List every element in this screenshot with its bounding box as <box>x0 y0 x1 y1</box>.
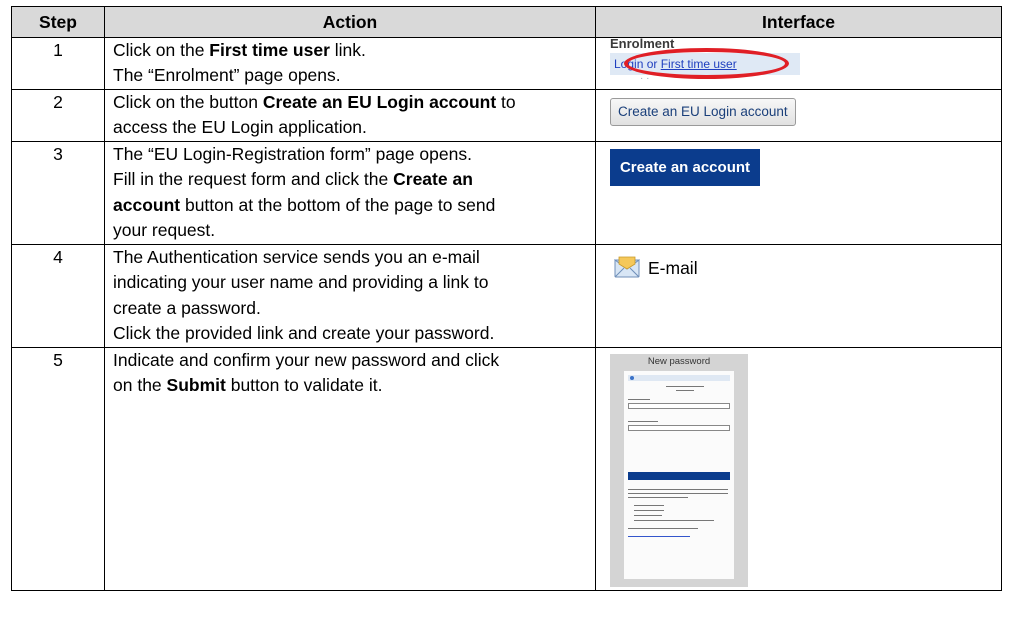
create-account-button[interactable]: Create an account <box>610 148 760 186</box>
action-emphasis: First time user <box>209 39 330 60</box>
table-row: 4 The Authentication service sends you a… <box>11 243 1002 348</box>
action-text: Click on the button <box>113 91 263 112</box>
action-line: account button at the bottom of the page… <box>113 193 587 219</box>
action-text: Indicate and confirm your new password a… <box>113 349 500 370</box>
info-icon <box>630 375 634 380</box>
action-text: create a password. <box>113 297 261 318</box>
action-line: access the EU Login application. <box>113 115 587 141</box>
action-text: access the EU Login application. <box>113 117 367 137</box>
action-line: The “Enrolment” page opens. <box>113 63 587 89</box>
step-number: 2 <box>11 88 105 142</box>
action-text: on the <box>113 375 167 395</box>
action-line: Fill in the request form and click the C… <box>113 167 587 193</box>
action-text: link. <box>329 39 366 60</box>
action-line: create a password. <box>113 296 587 322</box>
enrolment-thumbnail: Enrolment Login or First time user · · <box>610 36 800 84</box>
table-row: 5 Indicate and confirm your new password… <box>11 346 1002 591</box>
step-number: 3 <box>11 140 105 245</box>
instructions-table: Step Action Interface 1 Click on the Fir… <box>11 6 1002 591</box>
new-password-thumbnail: New password <box>610 353 748 587</box>
action-text: to <box>496 91 516 112</box>
action-text: Click on the <box>113 39 210 60</box>
new-password-field[interactable] <box>628 402 730 409</box>
table-row: 3 The “EU Login-Registration form” page … <box>11 140 1002 245</box>
header-step: Step <box>11 6 105 38</box>
email-label: E-mail <box>648 257 698 278</box>
action-line: Indicate and confirm your new password a… <box>113 348 587 374</box>
interface-cell: Create an EU Login account <box>595 88 1002 142</box>
new-password-title: New password <box>647 355 711 367</box>
interface-cell: E-mail <box>595 243 1002 348</box>
action-text: your request. <box>113 220 216 240</box>
action-text: button to validate it. <box>225 375 383 395</box>
action-line: The “EU Login-Registration form” page op… <box>113 142 587 168</box>
action-line: indicating your user name and providing … <box>113 270 587 296</box>
action-line: Click on the button Create an EU Login a… <box>113 90 587 116</box>
info-notice <box>628 374 730 381</box>
table-row: 2 Click on the button Create an EU Login… <box>11 88 1002 142</box>
action-cell: Click on the button Create an EU Login a… <box>104 88 596 142</box>
action-text: Click the provided link and create your … <box>113 323 495 343</box>
dots-decoration: · · <box>640 72 650 84</box>
submit-button[interactable] <box>628 471 730 480</box>
interface-cell: Enrolment Login or First time user · · <box>595 36 1002 90</box>
action-emphasis: Submit <box>166 375 226 395</box>
interface-cell: New password <box>595 346 1002 591</box>
interface-cell: Create an account <box>595 140 1002 245</box>
action-emphasis: account <box>113 194 181 215</box>
action-line: Click the provided link and create your … <box>113 321 587 347</box>
password-form-card <box>624 370 734 579</box>
action-line: your request. <box>113 218 587 244</box>
action-line: The Authentication service sends you an … <box>113 245 587 271</box>
action-text: indicating your user name and providing … <box>113 272 489 292</box>
action-text: The Authentication service sends you an … <box>113 246 480 267</box>
confirm-password-field[interactable] <box>628 424 730 431</box>
step-number: 5 <box>11 346 105 591</box>
action-text: The “Enrolment” page opens. <box>113 65 341 85</box>
header-action: Action <box>104 6 596 38</box>
action-emphasis: Create an EU Login account <box>262 91 497 112</box>
table-row: 1 Click on the First time user link. The … <box>11 36 1002 90</box>
action-emphasis: Create an <box>393 169 473 189</box>
header-interface: Interface <box>595 6 1002 38</box>
header-row: Step Action Interface <box>11 6 1002 38</box>
envelope-icon <box>613 256 641 285</box>
step-number: 4 <box>11 243 105 348</box>
action-text: button at the bottom of the page to send <box>180 194 496 215</box>
action-cell: The Authentication service sends you an … <box>104 243 596 348</box>
action-cell: The “EU Login-Registration form” page op… <box>104 140 596 245</box>
action-text: The “EU Login-Registration form” page op… <box>113 143 472 164</box>
action-cell: Indicate and confirm your new password a… <box>104 346 596 591</box>
create-eu-login-account-button[interactable]: Create an EU Login account <box>610 97 796 126</box>
action-text: Fill in the request form and click the <box>113 169 394 189</box>
email-indicator: E-mail <box>610 248 987 285</box>
action-cell: Click on the First time user link. The “E… <box>104 36 596 90</box>
step-number: 1 <box>11 36 105 90</box>
action-line: Click on the First time user link. <box>113 38 587 64</box>
action-line: on the Submit button to validate it. <box>113 373 587 399</box>
